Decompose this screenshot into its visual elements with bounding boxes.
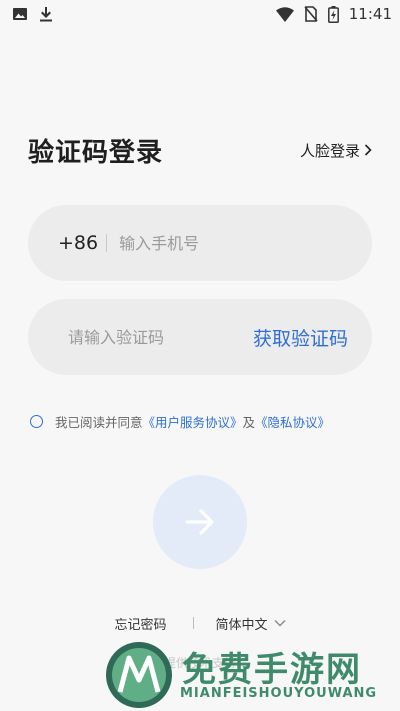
language-label: 简体中文 <box>215 617 268 633</box>
face-login-label: 人脸登录 <box>299 141 360 160</box>
chevron-right-icon <box>364 144 372 156</box>
arrow-right-icon <box>185 509 215 535</box>
user-agreement-link[interactable]: 《用户服务协议》 <box>143 412 243 431</box>
title-row: 验证码登录 人脸登录 <box>28 132 372 168</box>
agreement-and: 及 <box>242 414 256 430</box>
phone-input[interactable] <box>117 232 302 254</box>
country-code[interactable]: +86 <box>58 232 98 254</box>
agreement-radio[interactable] <box>30 414 43 428</box>
privacy-agreement-link[interactable]: 《隐私协议》 <box>255 412 330 431</box>
status-bar: 11:41 <box>0 0 400 28</box>
wifi-icon <box>275 6 294 22</box>
no-sim-icon <box>304 6 318 22</box>
forgot-password-link[interactable]: 忘记密码 <box>114 614 166 633</box>
battery-charging-icon <box>327 5 339 23</box>
get-code-button[interactable]: 获取验证码 <box>253 324 348 351</box>
status-left <box>12 6 54 22</box>
status-time: 11:41 <box>348 5 392 23</box>
watermark-subtitle: MIANFEISHOUYOUWANG <box>180 686 378 701</box>
agreement-row: 我已阅读并同意 《用户服务协议》 及 《隐私协议》 <box>30 410 380 432</box>
page-title: 验证码登录 <box>28 137 164 168</box>
login-screen: 11:41 验证码登录 人脸登录 +86 获取验证码 我已阅读并同意 《用户服务… <box>0 0 400 711</box>
submit-button[interactable] <box>153 475 247 569</box>
language-selector[interactable]: 简体中文 <box>216 614 286 633</box>
verification-code-input[interactable] <box>66 326 250 348</box>
image-icon <box>12 6 28 22</box>
chevron-down-icon <box>274 619 286 627</box>
download-icon <box>38 6 54 22</box>
status-right: 11:41 <box>275 5 392 23</box>
bottom-links: 忘记密码 简体中文 <box>0 612 400 634</box>
bottom-divider <box>192 617 194 629</box>
code-field: 获取验证码 <box>28 299 372 375</box>
phone-field: +86 <box>28 205 372 281</box>
agreement-prefix: 我已阅读并同意 <box>55 414 143 430</box>
watermark-title: 免费手游网 <box>182 650 362 690</box>
face-login-link[interactable]: 人脸登录 <box>300 140 372 161</box>
watermark: 软件提供技术支持 免费手游网 MIANFEISHOUYOUWANG <box>100 640 400 711</box>
country-code-divider <box>106 234 108 252</box>
watermark-logo-icon <box>102 640 176 711</box>
